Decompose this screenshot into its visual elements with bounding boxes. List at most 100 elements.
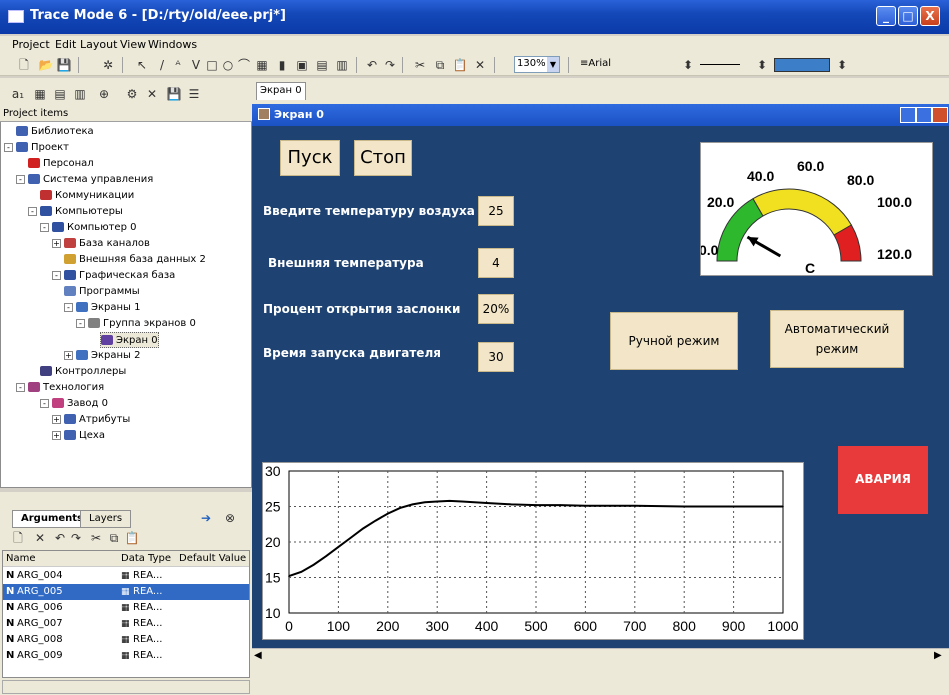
menu-project[interactable]: Project — [12, 38, 50, 51]
run-icon[interactable]: ✲ — [100, 57, 116, 73]
tree-item[interactable]: - Группа экранов 0 — [76, 316, 196, 332]
expand-icon[interactable]: + — [64, 350, 73, 360]
column-header[interactable]: Name — [6, 551, 36, 567]
color-picker-icon[interactable]: ⬍ — [680, 57, 696, 73]
collapse-icon[interactable]: - — [40, 222, 49, 232]
horizontal-scrollbar[interactable] — [2, 680, 250, 694]
redo-icon[interactable]: ↷ — [382, 57, 398, 73]
start-button[interactable]: Пуск — [280, 140, 340, 176]
pointer-icon[interactable]: ↖ — [134, 57, 150, 73]
collapse-icon[interactable]: - — [52, 270, 61, 280]
collapse-icon[interactable]: - — [16, 382, 25, 392]
properties-icon[interactable]: ⚙ — [124, 86, 140, 102]
delete-icon[interactable]: ✕ — [472, 57, 488, 73]
menu-view[interactable]: View — [120, 38, 146, 51]
button-icon[interactable]: ▣ — [294, 57, 310, 73]
tree-item[interactable]: Коммуникации — [40, 188, 134, 204]
tree-item[interactable]: - Компьютеры — [28, 204, 123, 220]
tree-item[interactable]: - Экраны 1 — [64, 300, 140, 316]
tab-layers[interactable]: Layers — [80, 510, 132, 528]
grid-view-icon[interactable]: ▥ — [72, 86, 88, 102]
collapse-icon[interactable]: - — [40, 398, 49, 408]
trend-icon[interactable]: ▤ — [314, 57, 330, 73]
histogram-icon[interactable]: ▥ — [334, 57, 350, 73]
auto-mode-button[interactable]: Автоматический режим — [770, 310, 904, 368]
tree-item[interactable]: - Компьютер 0 — [40, 220, 136, 236]
expand-icon[interactable]: + — [52, 430, 61, 440]
arc-icon[interactable]: ⌒ — [236, 57, 252, 73]
tree-item[interactable]: - Графическая база — [52, 268, 175, 284]
save-icon[interactable]: 💾 — [166, 86, 182, 102]
delete-icon[interactable]: ✕ — [32, 530, 48, 546]
horizontal-scrollbar[interactable]: ◀ ▶ — [252, 648, 949, 664]
tree-item[interactable]: + База каналов — [52, 236, 150, 252]
delete-icon[interactable]: ✕ — [144, 86, 160, 102]
column-header[interactable]: Data Type — [121, 551, 171, 567]
bar-icon[interactable]: ▮ — [274, 57, 290, 73]
maximize-button[interactable]: □ — [898, 6, 918, 26]
color-picker-icon[interactable]: ⬍ — [754, 57, 770, 73]
menu-edit[interactable]: Edit — [55, 38, 76, 51]
maximize-button[interactable] — [916, 107, 932, 123]
tree-item[interactable]: - Система управления — [16, 172, 153, 188]
collapse-icon[interactable]: - — [76, 318, 85, 328]
table-row[interactable]: N ARG_005 ▦ REA... — [3, 584, 249, 600]
collapse-icon[interactable]: - — [64, 302, 73, 312]
chevron-down-icon[interactable]: ▼ — [547, 57, 559, 72]
tree-item[interactable]: Персонал — [28, 156, 94, 172]
tree-item[interactable]: Программы — [64, 284, 140, 300]
add-object-icon[interactable]: ⊕ — [96, 86, 112, 102]
list-icon[interactable]: ☰ — [186, 86, 202, 102]
copy-icon[interactable]: ⧉ — [432, 57, 448, 73]
paste-icon[interactable]: 📋 — [452, 57, 468, 73]
new-icon[interactable]: 🗋 — [16, 57, 32, 73]
ellipse-icon[interactable]: ○ — [220, 57, 236, 73]
new-arg-icon[interactable]: 🗋 — [10, 530, 26, 546]
rectangle-icon[interactable]: □ — [204, 57, 220, 73]
air-temp-input[interactable]: 25 — [478, 196, 514, 226]
font-select[interactable]: ≡Arial — [580, 58, 611, 69]
stop-button[interactable]: Стоп — [354, 140, 412, 176]
details-view-icon[interactable]: ▤ — [52, 86, 68, 102]
color-picker-icon[interactable]: ⬍ — [834, 57, 850, 73]
paste-icon[interactable]: 📋 — [124, 530, 140, 546]
collapse-icon[interactable]: - — [4, 142, 13, 152]
tree-item[interactable]: Библиотека — [16, 124, 94, 140]
expand-icon[interactable]: + — [52, 238, 61, 248]
list-view-icon[interactable]: ▦ — [32, 86, 48, 102]
zoom-select[interactable]: 130% ▼ — [514, 56, 560, 73]
tree-item[interactable]: + Экраны 2 — [64, 348, 140, 364]
tree-item[interactable]: Контроллеры — [40, 364, 126, 380]
arrow-right-icon[interactable]: ➔ — [198, 510, 214, 526]
collapse-icon[interactable]: - — [16, 174, 25, 184]
line-icon[interactable]: / — [154, 57, 170, 73]
fill-color-preview[interactable] — [774, 58, 830, 72]
copy-icon[interactable]: ⧉ — [106, 530, 122, 546]
table-row[interactable]: N ARG_009 ▦ REA... — [3, 648, 249, 664]
sort-icon[interactable]: a₁ — [10, 86, 26, 102]
line-style-preview[interactable] — [700, 64, 740, 65]
minimize-button[interactable]: _ — [876, 6, 896, 26]
table-row[interactable]: N ARG_006 ▦ REA... — [3, 600, 249, 616]
tree-item[interactable]: - Завод 0 — [40, 396, 108, 412]
undo-icon[interactable]: ↶ — [52, 530, 68, 546]
tree-item[interactable]: Внешняя база данных 2 — [64, 252, 206, 268]
undo-icon[interactable]: ↶ — [364, 57, 380, 73]
menu-windows[interactable]: Windows — [148, 38, 197, 51]
polyline-icon[interactable]: Ⅴ — [188, 57, 204, 73]
tree-item[interactable]: Экран 0 — [100, 332, 159, 348]
close-button[interactable] — [932, 107, 948, 123]
close-icon[interactable]: ⊗ — [222, 510, 238, 526]
manual-mode-button[interactable]: Ручной режим — [610, 312, 738, 370]
text-icon[interactable]: ᴬ — [170, 57, 186, 73]
menu-layout[interactable]: Layout — [80, 38, 117, 51]
column-header[interactable]: Default Value — [179, 551, 246, 567]
cut-icon[interactable]: ✂ — [412, 57, 428, 73]
table-row[interactable]: N ARG_008 ▦ REA... — [3, 632, 249, 648]
table-row[interactable]: N ARG_007 ▦ REA... — [3, 616, 249, 632]
collapse-icon[interactable]: - — [28, 206, 37, 216]
close-button[interactable]: X — [920, 6, 940, 26]
open-icon[interactable]: 📂 — [38, 57, 54, 73]
tab-screen-0[interactable]: Экран 0 — [256, 82, 306, 100]
minimize-button[interactable] — [900, 107, 916, 123]
